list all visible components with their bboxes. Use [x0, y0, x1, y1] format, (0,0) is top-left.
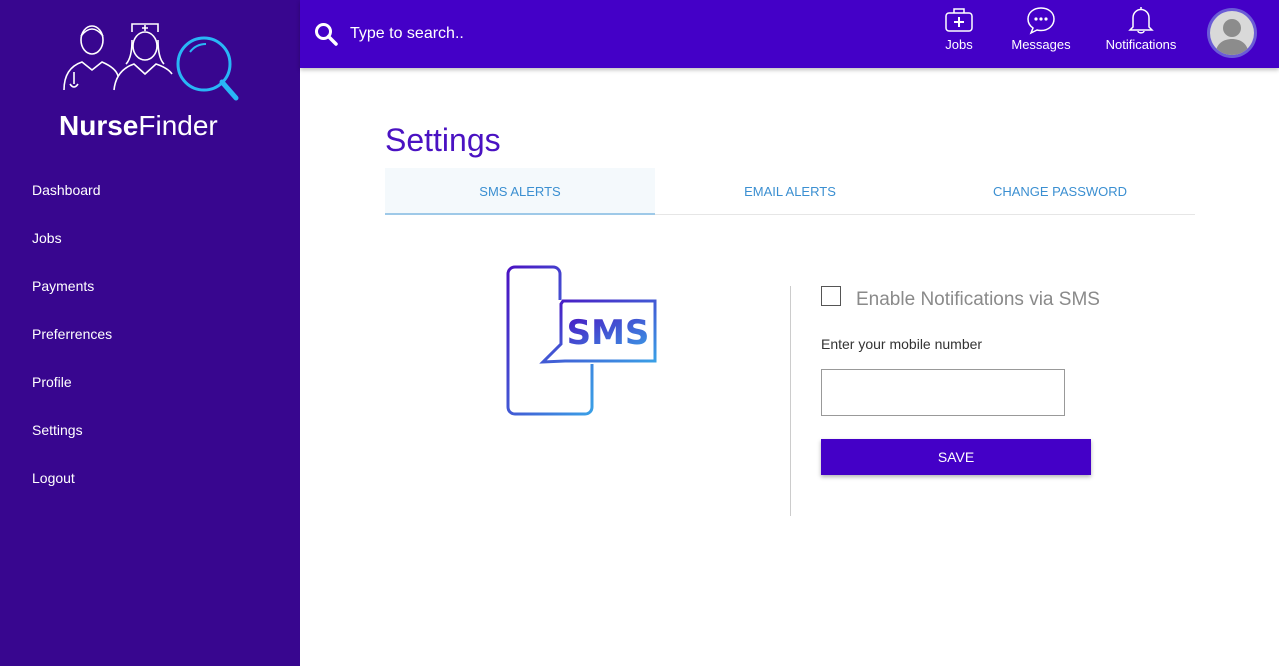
search-input[interactable] — [350, 18, 750, 50]
sidebar-item-jobs[interactable]: Jobs — [0, 214, 300, 262]
top-bar: Jobs Messages Notifications — [300, 0, 1279, 68]
page-title: Settings — [385, 122, 501, 158]
settings-tabs: SMS ALERTS EMAIL ALERTS CHANGE PASSWORD — [385, 168, 1195, 215]
enable-sms-checkbox[interactable] — [821, 286, 841, 306]
top-nav-messages-label: Messages — [1011, 37, 1071, 52]
sms-phone-icon: SMS — [506, 265, 657, 416]
brand-name: NurseFinder — [59, 110, 218, 141]
sidebar-item-logout[interactable]: Logout — [0, 454, 300, 502]
bell-icon — [1128, 7, 1154, 34]
top-nav-notifications[interactable]: Notifications — [1100, 5, 1182, 59]
nursefinder-logo[interactable]: NurseFinder — [56, 18, 246, 143]
user-silhouette-icon — [1215, 19, 1249, 55]
save-button[interactable]: SAVE — [821, 439, 1091, 475]
mobile-number-label: Enter your mobile number — [821, 336, 983, 352]
top-nav-messages[interactable]: Messages — [1008, 5, 1074, 59]
tab-sms-alerts[interactable]: SMS ALERTS — [385, 168, 655, 215]
sidebar-item-dashboard[interactable]: Dashboard — [0, 166, 300, 214]
sidebar: NurseFinder Dashboard Jobs Payments Pref… — [0, 0, 300, 666]
tab-change-password[interactable]: CHANGE PASSWORD — [925, 168, 1195, 215]
sms-illustration-text: SMS — [567, 313, 650, 353]
top-nav-jobs-label: Jobs — [945, 37, 973, 52]
sidebar-item-payments[interactable]: Payments — [0, 262, 300, 310]
medical-kit-icon — [945, 8, 973, 32]
sidebar-item-preferences[interactable]: Preferrences — [0, 310, 300, 358]
panel-divider — [790, 286, 791, 516]
top-nav-jobs[interactable]: Jobs — [936, 5, 982, 59]
sms-phone-illustration: SMS — [505, 264, 660, 419]
top-nav-notifications-label: Notifications — [1105, 37, 1177, 52]
sidebar-item-profile[interactable]: Profile — [0, 358, 300, 406]
user-avatar[interactable] — [1207, 8, 1257, 58]
enable-sms-label[interactable]: Enable Notifications via SMS — [856, 289, 1100, 311]
nurses-magnifier-icon — [63, 23, 239, 101]
search-icon[interactable] — [314, 22, 338, 46]
chat-bubble-icon — [1027, 7, 1055, 35]
sidebar-item-settings[interactable]: Settings — [0, 406, 300, 454]
mobile-number-input[interactable] — [821, 369, 1065, 416]
sidebar-nav: Dashboard Jobs Payments Preferrences Pro… — [0, 166, 300, 502]
tab-email-alerts[interactable]: EMAIL ALERTS — [655, 168, 925, 215]
